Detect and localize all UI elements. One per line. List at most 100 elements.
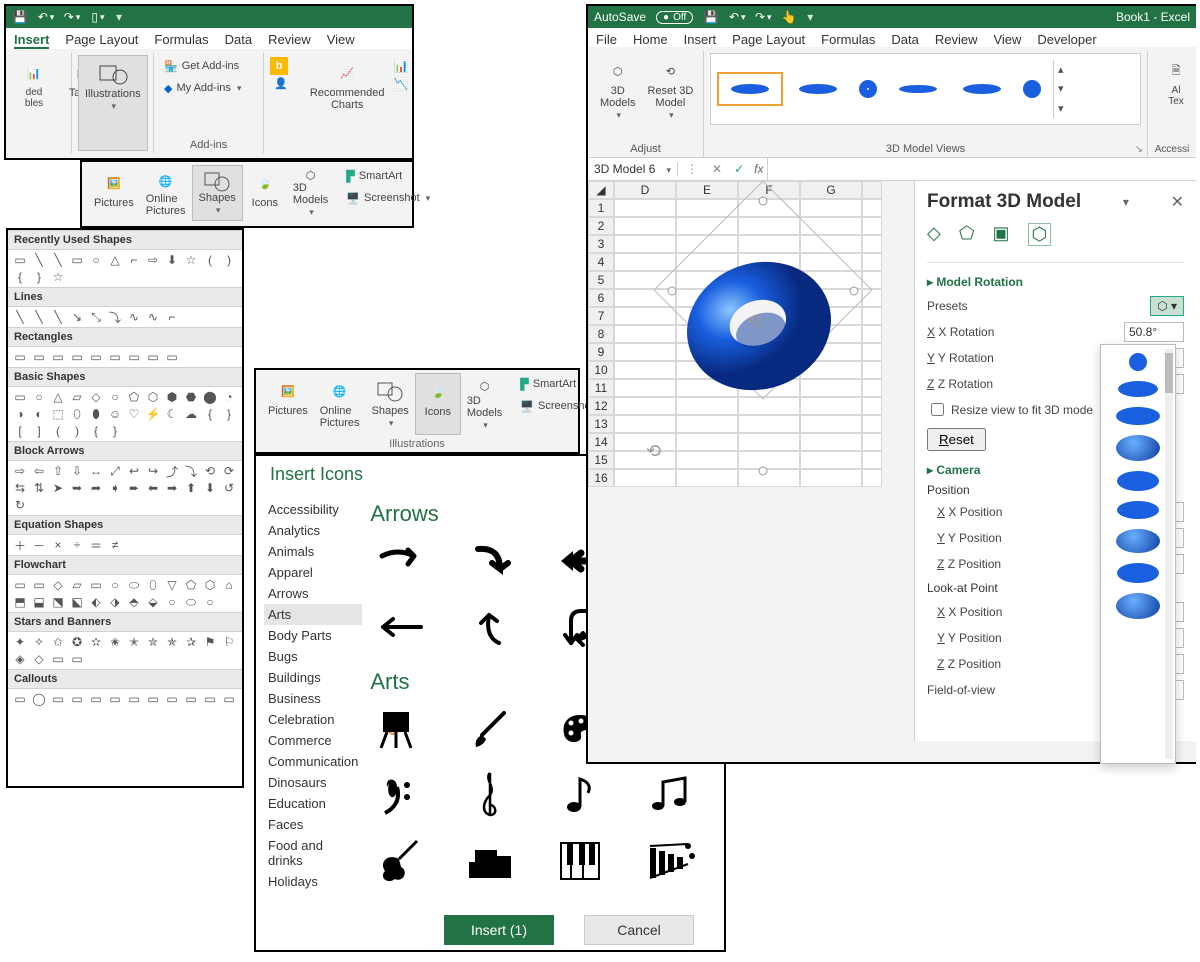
easel-icon[interactable]: 🎨 [370, 705, 430, 753]
shape-glyph[interactable]: ⟲ [202, 464, 218, 478]
x-rotation-input[interactable]: 50.8° [1124, 322, 1184, 342]
pane-options-icon[interactable]: ▾ [1123, 195, 1129, 209]
shape-glyph[interactable]: ) [221, 253, 237, 267]
shape-glyph[interactable]: ⤵ [107, 310, 123, 324]
shape-glyph[interactable]: ▭ [12, 350, 28, 364]
preset-5[interactable] [1117, 471, 1159, 491]
3d-model-selection[interactable]: ⟲ ⟲ [634, 201, 884, 477]
shape-glyph[interactable]: ⬘ [126, 595, 142, 609]
icons-button[interactable]: 🍃Icons [243, 165, 287, 221]
shape-glyph[interactable]: ⇨ [145, 253, 161, 267]
gallery-up-icon[interactable]: ▴ [1058, 63, 1064, 76]
shape-glyph[interactable]: ⬗ [107, 595, 123, 609]
shape-glyph[interactable]: ☺ [107, 407, 123, 421]
shape-glyph[interactable]: ◯ [31, 692, 47, 706]
effects-tab-icon[interactable]: ⬠ [959, 223, 975, 246]
piano-keys-icon[interactable] [550, 837, 610, 885]
tab-review[interactable]: Review [268, 32, 311, 49]
arrow-curve-down-icon[interactable] [460, 537, 520, 585]
save-icon[interactable]: 💾 [12, 9, 28, 25]
shape-glyph[interactable]: ○ [164, 595, 180, 609]
shape-glyph[interactable]: ✩ [50, 635, 66, 649]
preset-2[interactable] [1118, 381, 1158, 397]
shape-glyph[interactable]: ⬡ [202, 578, 218, 592]
shape-glyph[interactable]: ◔ [221, 390, 237, 404]
reset-button[interactable]: RReseteset [927, 428, 986, 451]
icon-cat-holidays[interactable]: Holidays [264, 871, 362, 892]
shape-glyph[interactable]: ▭ [12, 390, 28, 404]
tab-insert[interactable]: Insert [14, 32, 49, 49]
shape-glyph[interactable]: ▭ [107, 350, 123, 364]
shape-glyph[interactable]: ⚑ [202, 635, 218, 649]
shape-glyph[interactable]: ▭ [69, 253, 85, 267]
shape-glyph[interactable]: ⬣ [183, 390, 199, 404]
shape-glyph[interactable]: ⇦ [31, 464, 47, 478]
shape-glyph[interactable]: ⬓ [31, 595, 47, 609]
shape-glyph[interactable]: ○ [107, 578, 123, 592]
bass-clef-icon[interactable] [370, 771, 430, 819]
shape-glyph[interactable]: ⬇ [164, 253, 180, 267]
shape-glyph[interactable]: ) [69, 424, 85, 438]
shape-glyph[interactable]: ↺ [221, 481, 237, 495]
shape-glyph[interactable]: ↪ [145, 464, 161, 478]
shape-glyph[interactable]: ⤢ [107, 464, 123, 478]
shape-glyph[interactable]: ⬠ [126, 390, 142, 404]
shape-glyph[interactable]: ◇ [50, 578, 66, 592]
shape-glyph[interactable]: ÷ [69, 538, 85, 552]
enter-formula-icon[interactable]: ✓ [728, 162, 750, 176]
shape-glyph[interactable]: ○ [31, 390, 47, 404]
shape-glyph[interactable]: ▭ [12, 692, 28, 706]
qat-overflow-icon-2[interactable]: ▾ [807, 10, 813, 24]
shape-glyph[interactable]: ⬖ [88, 595, 104, 609]
3d-rotate-handle-icon[interactable]: ⟲ [746, 309, 763, 334]
people-addin-icon[interactable]: 👤 [270, 77, 292, 90]
shape-glyph[interactable]: ▭ [202, 692, 218, 706]
shape-glyph[interactable]: ⬤ [202, 390, 218, 404]
icon-cat-business[interactable]: Business [264, 688, 362, 709]
shape-glyph[interactable]: ▭ [126, 692, 142, 706]
get-addins-button[interactable]: 🏪Get Add-ins [160, 55, 257, 77]
icon-cat-arrows[interactable]: Arrows [264, 583, 362, 604]
pictures-button-2[interactable]: 🖼️Pictures [262, 373, 314, 435]
shape-glyph[interactable]: ▭ [69, 350, 85, 364]
shapes-button[interactable]: Shapes [192, 165, 243, 221]
dialog-launcher-icon[interactable]: ↘ [1135, 144, 1143, 155]
shape-glyph[interactable]: ⤵ [183, 464, 199, 478]
gallery-more-icon[interactable]: ▾ [1058, 102, 1064, 115]
screenshot-button[interactable]: 🖥️Screenshot [342, 187, 434, 209]
chart-dropdown-icon[interactable]: 📊 [394, 59, 412, 73]
icon-cat-body-parts[interactable]: Body Parts [264, 625, 362, 646]
online-pictures-button-2[interactable]: 🌐Online Pictures [314, 373, 366, 435]
shape-glyph[interactable]: － [31, 538, 47, 552]
shape-glyph[interactable]: ✭ [126, 635, 142, 649]
shape-glyph[interactable]: ▭ [164, 692, 180, 706]
shape-glyph[interactable]: ⇩ [69, 464, 85, 478]
shape-glyph[interactable]: ▭ [50, 350, 66, 364]
3d-models-button-2[interactable]: ⬡3D Models [461, 373, 508, 435]
preset-1[interactable] [1129, 353, 1147, 371]
shape-glyph[interactable]: ╲ [50, 310, 66, 324]
shape-glyph[interactable]: ⬠ [183, 578, 199, 592]
icon-category-list[interactable]: AccessibilityAnalyticsAnimalsApparelArro… [256, 485, 370, 905]
tab-view[interactable]: View [993, 32, 1021, 47]
cancel-formula-icon[interactable]: ✕ [706, 162, 728, 176]
shape-glyph[interactable]: ➥ [69, 481, 85, 495]
shape-glyph[interactable]: ↔ [88, 464, 104, 478]
shape-glyph[interactable]: ○ [107, 390, 123, 404]
shape-glyph[interactable]: ☾ [164, 407, 180, 421]
tab-page-layout[interactable]: Page Layout [732, 32, 805, 47]
shape-glyph[interactable]: ⬔ [50, 595, 66, 609]
shape-glyph[interactable]: ∿ [126, 310, 142, 324]
recommended-charts-button[interactable]: 📈Recommended Charts [304, 55, 391, 131]
preset-6[interactable] [1117, 501, 1159, 519]
shape-glyph[interactable]: ( [50, 424, 66, 438]
shape-glyph[interactable]: ⬭ [183, 595, 199, 609]
arrow-up-curve-icon[interactable] [460, 603, 520, 651]
undo-icon[interactable]: ↶ [38, 9, 54, 25]
shape-glyph[interactable]: ○ [202, 595, 218, 609]
xylophone-icon[interactable] [640, 837, 700, 885]
shape-glyph[interactable]: ▭ [31, 578, 47, 592]
shape-glyph[interactable]: ▭ [31, 350, 47, 364]
bing-addin-icon[interactable]: b [270, 57, 288, 75]
shape-glyph[interactable]: ➧ [107, 481, 123, 495]
